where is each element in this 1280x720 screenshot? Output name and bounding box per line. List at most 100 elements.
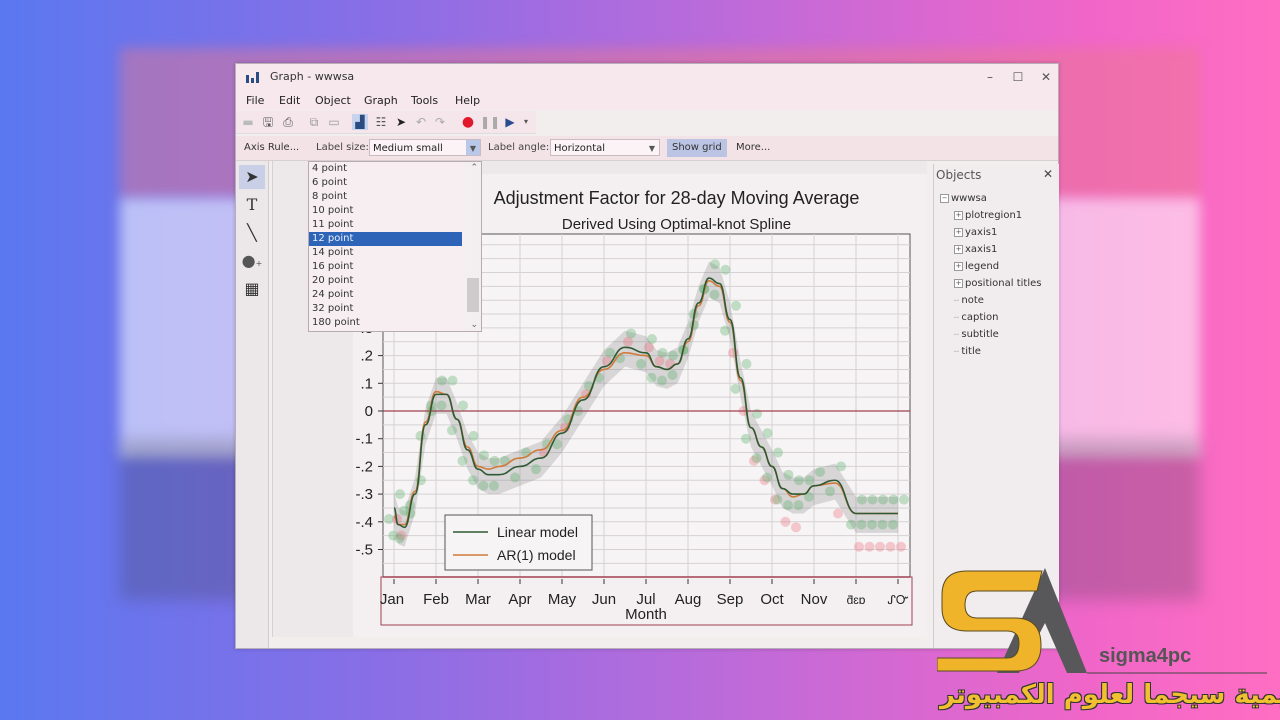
dropdown-option[interactable]: 16 point xyxy=(309,260,462,274)
dropdown-option[interactable]: 11 point xyxy=(309,218,462,232)
menu-graph[interactable]: Graph xyxy=(364,94,398,107)
menu-help[interactable]: Help xyxy=(455,94,480,107)
scatter-point-green xyxy=(415,430,426,441)
legend-label: Linear model xyxy=(497,524,578,540)
text-tool-icon[interactable]: T xyxy=(239,193,265,217)
dropdown-option[interactable]: 4 point xyxy=(309,162,462,176)
menu-edit[interactable]: Edit xyxy=(279,94,300,107)
scatter-point-green xyxy=(447,375,458,386)
undo-icon[interactable]: ↶ xyxy=(413,114,429,130)
tree-node-note[interactable]: ┈ note xyxy=(940,292,1041,309)
scatter-point-green xyxy=(857,494,867,505)
scatter-point-green xyxy=(720,325,730,336)
dropdown-option[interactable]: 14 point xyxy=(309,246,462,260)
scatter-point-red xyxy=(780,516,791,527)
tree-node-yaxis1[interactable]: + yaxis1 xyxy=(940,224,1041,241)
x-tick-label: ƌɛɒ xyxy=(847,593,866,607)
close-icon[interactable]: ✕ xyxy=(1043,167,1053,181)
chevron-down-icon[interactable]: ▼ xyxy=(466,140,480,155)
tree-node-positional-titles[interactable]: + positional titles xyxy=(940,275,1041,292)
pointer-tool-icon[interactable]: ➤ xyxy=(239,165,265,189)
scatter-point-green xyxy=(720,264,731,275)
close-button[interactable]: ✕ xyxy=(1032,68,1060,86)
dropdown-option[interactable]: 8 point xyxy=(309,190,462,204)
dropdown-option[interactable]: 24 point xyxy=(309,288,462,302)
expand-icon[interactable]: + xyxy=(954,278,963,288)
dropdown-option[interactable]: 20 point xyxy=(309,274,462,288)
copy-icon[interactable]: ⧉ xyxy=(306,114,322,130)
label-angle-label: Label angle: xyxy=(488,142,550,153)
y-tick-label: -.3 xyxy=(355,486,373,503)
tree-node-xaxis1[interactable]: + xaxis1 xyxy=(940,241,1041,258)
scatter-point-green xyxy=(856,519,867,530)
dropdown-option[interactable]: 180 point xyxy=(309,316,462,330)
scatter-point-green xyxy=(531,464,541,475)
open-icon[interactable]: ▬ xyxy=(240,114,256,130)
pointer-icon[interactable]: ➤ xyxy=(393,114,409,130)
scatter-point-green xyxy=(877,519,888,530)
play-dropdown-icon[interactable]: ▾ xyxy=(518,114,534,130)
rename-icon[interactable]: ▭ xyxy=(326,114,342,130)
dropdown-scrollbar[interactable]: ⌃ ⌄ xyxy=(465,162,481,331)
chart-subtitle[interactable]: Derived Using Optimal-knot Spline xyxy=(562,216,791,233)
more-button[interactable]: More... xyxy=(731,139,775,157)
graph-editor-icon[interactable]: ▟ xyxy=(352,114,368,130)
tree-node-label: yaxis1 xyxy=(965,227,998,238)
arabic-academy-name: اكاديمية سيجما لعلوم الكمبيوتر xyxy=(940,680,1280,710)
tree-node-subtitle[interactable]: ┈ subtitle xyxy=(940,326,1041,343)
dropdown-option[interactable]: 6 point xyxy=(309,176,462,190)
scatter-point-green xyxy=(846,519,856,530)
scroll-down-icon[interactable]: ⌄ xyxy=(470,320,478,330)
tree-node-label: positional titles xyxy=(965,278,1042,289)
chevron-down-icon[interactable]: ▼ xyxy=(645,140,659,155)
expand-icon[interactable]: + xyxy=(954,227,963,237)
scatter-point-green xyxy=(815,466,825,477)
scatter-point-green xyxy=(395,489,405,500)
tree-node-legend[interactable]: + legend xyxy=(940,258,1041,275)
dropdown-option[interactable]: 32 point xyxy=(309,302,462,316)
title-bar[interactable]: Graph - wwwsa – ☐ ✕ xyxy=(236,64,1058,90)
label-size-select[interactable]: Medium small ▼ xyxy=(369,139,481,156)
minimize-button[interactable]: – xyxy=(976,68,1004,86)
scatter-point-green xyxy=(867,494,878,505)
pause-icon[interactable]: ❚❚ xyxy=(480,114,500,130)
scroll-up-icon[interactable]: ⌃ xyxy=(470,163,478,173)
save-icon[interactable]: 🖫 xyxy=(260,114,276,130)
y-tick-label: 0 xyxy=(365,403,373,420)
tree-node-title[interactable]: ┈ title xyxy=(940,343,1041,360)
legend-label: AR(1) model xyxy=(497,547,576,563)
axis-rule-button[interactable]: Axis Rule... xyxy=(239,139,304,157)
record-icon[interactable]: ● xyxy=(460,114,476,130)
expand-icon[interactable]: + xyxy=(954,261,963,271)
tree-root[interactable]: − wwwsa xyxy=(940,190,1041,207)
expand-icon[interactable]: + xyxy=(954,244,963,254)
show-grid-button[interactable]: Show grid xyxy=(667,139,727,157)
label-size-dropdown-list: 4 point 6 point 8 point 10 point 11 point 12 … xyxy=(308,161,482,332)
chart-title[interactable]: Adjustment Factor for 28-day Moving Aver… xyxy=(494,188,860,208)
tree-node-caption[interactable]: ┈ caption xyxy=(940,309,1041,326)
collapse-icon[interactable]: − xyxy=(940,193,949,203)
data-editor-icon[interactable]: ☷ xyxy=(373,114,389,130)
scatter-point-green xyxy=(878,494,888,505)
y-tick-label: -.1 xyxy=(355,431,373,448)
menu-object[interactable]: Object xyxy=(315,94,351,107)
marker-tool-icon[interactable]: ●+ xyxy=(239,249,265,273)
menu-file[interactable]: File xyxy=(246,94,264,107)
dropdown-option[interactable]: 12 point xyxy=(309,232,462,246)
line-tool-icon[interactable]: ╲ xyxy=(239,221,265,245)
scroll-thumb[interactable] xyxy=(467,278,479,312)
grid-tool-icon[interactable]: ▦ xyxy=(239,277,265,301)
print-icon[interactable]: ⎙ xyxy=(280,114,296,130)
logo-text: sigma4pc xyxy=(1099,645,1192,667)
expand-icon[interactable]: + xyxy=(954,210,963,220)
maximize-button[interactable]: ☐ xyxy=(1004,68,1032,86)
dropdown-option[interactable]: 10 point xyxy=(309,204,462,218)
label-size-value: Medium small xyxy=(373,143,443,154)
menu-tools[interactable]: Tools xyxy=(411,94,438,107)
redo-icon[interactable]: ↷ xyxy=(432,114,448,130)
scatter-point-green xyxy=(773,447,783,458)
label-angle-select[interactable]: Horizontal ▼ xyxy=(550,139,660,156)
tree-node-plotregion1[interactable]: + plotregion1 xyxy=(940,207,1041,224)
scatter-point-green xyxy=(457,455,468,466)
play-icon[interactable]: ▶ xyxy=(502,114,518,130)
